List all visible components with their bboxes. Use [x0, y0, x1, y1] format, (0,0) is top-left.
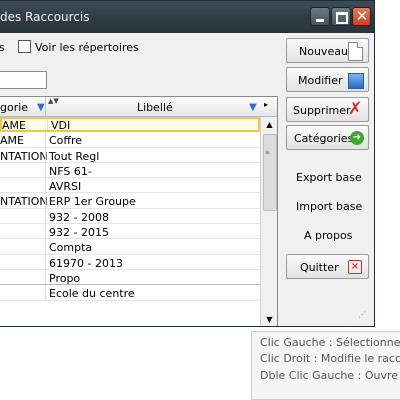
cell-divider — [45, 208, 46, 224]
close-button[interactable]: ✕ — [352, 7, 371, 26]
column-header-label[interactable]: Libellé — [137, 101, 173, 114]
table-row[interactable]: NTATION Tout Regl — [0, 147, 260, 163]
scroll-grip-icon: ≡ — [265, 149, 271, 156]
row-category-cell: NTATION — [0, 195, 48, 209]
table-row[interactable]: 932 - 2008 — [0, 208, 260, 225]
table-row[interactable]: Ecole du centre — [0, 285, 260, 301]
option-label: s — [0, 41, 5, 54]
scroll-thumb[interactable] — [263, 134, 277, 211]
table-row[interactable]: 932 - 2015 — [0, 224, 260, 240]
categories-button[interactable]: Catégories ➜ — [286, 125, 369, 150]
column-header-category[interactable]: gorie — [0, 101, 28, 114]
row-label-cell: NFS 61- — [49, 164, 92, 178]
row-label-cell: Compta — [49, 241, 93, 255]
delete-x-icon: ✗ — [348, 99, 363, 119]
show-directories-checkbox[interactable] — [18, 40, 31, 53]
scroll-up-icon[interactable]: ▲ — [261, 117, 277, 133]
search-input[interactable] — [0, 71, 47, 89]
minimize-icon — [316, 19, 324, 22]
show-directories-label[interactable]: Voir les répertoires — [35, 41, 139, 54]
quit-button[interactable]: Quitter × — [286, 254, 369, 279]
scroll-down-icon[interactable]: ▼ — [261, 312, 277, 326]
row-category-cell: AME — [0, 134, 24, 148]
export-base-link[interactable]: Export base — [296, 171, 362, 184]
table-row[interactable]: AVRSI — [0, 178, 260, 194]
grid-header: gorie ▼ ▲▼ Libellé ▼ ▸ — [0, 97, 277, 117]
edit-button[interactable]: Modifier — [286, 67, 369, 92]
cell-divider — [45, 147, 46, 162]
title-bar[interactable]: des Raccourcis ✕ — [0, 1, 374, 33]
about-link[interactable]: A propos — [304, 229, 352, 242]
column-divider[interactable] — [45, 97, 46, 116]
cell-divider — [45, 269, 46, 285]
table-row[interactable]: AME VDI — [0, 117, 260, 133]
row-label-cell: 61970 - 2013 — [49, 256, 123, 270]
grid-rows: AME VDI AME Coffre NTATION Tout Regl NFS 61- AV… — [0, 117, 260, 301]
tooltip-line: Dble Clic Gauche : Ouvre le — [260, 369, 400, 382]
cell-divider — [45, 193, 46, 208]
row-label-cell: Tout Regl — [49, 149, 100, 163]
row-label-cell: AVRSI — [49, 180, 82, 194]
minimize-button[interactable] — [310, 7, 330, 26]
cell-divider — [45, 224, 46, 239]
tooltip-line: Clic Gauche : Sélectionne la — [260, 336, 400, 349]
filter-icon[interactable]: ▼ — [249, 102, 257, 113]
window-title: des Raccourcis — [0, 10, 90, 24]
delete-button-label: Supprimer — [293, 104, 351, 117]
scroll-right-icon[interactable]: ▸ — [264, 100, 268, 109]
table-row[interactable]: NFS 61- — [0, 162, 260, 179]
tooltip-line: Clic Droit : Modifie le racc — [260, 352, 400, 365]
tooltip: Clic Gauche : Sélectionne la Clic Droit … — [251, 331, 400, 400]
go-arrow-icon: ➜ — [350, 131, 364, 145]
new-button[interactable]: Nouveau — [286, 38, 369, 63]
delete-button[interactable]: Supprimer ✗ — [286, 97, 369, 122]
cell-divider — [45, 178, 46, 193]
row-category-cell: NTATION — [0, 149, 48, 163]
row-label-cell: Propo — [49, 271, 81, 285]
maximize-icon — [336, 12, 348, 24]
maximize-button[interactable] — [331, 7, 351, 26]
row-label-cell: Coffre — [49, 134, 83, 148]
import-base-link[interactable]: Import base — [296, 200, 362, 213]
quit-button-label: Quitter — [300, 261, 339, 274]
row-label-cell: 932 - 2008 — [49, 210, 109, 224]
cell-divider — [45, 239, 46, 254]
new-button-label: Nouveau — [299, 45, 348, 58]
table-row[interactable]: Propo — [0, 269, 260, 286]
cell-divider — [47, 119, 48, 131]
cell-divider — [45, 285, 46, 300]
sort-icon[interactable]: ▲▼ — [48, 97, 59, 105]
vertical-scrollbar[interactable]: ▲ ≡ ▼ — [260, 117, 277, 326]
edit-button-label: Modifier — [298, 74, 343, 87]
row-category-cell: AME — [2, 119, 26, 132]
filter-icon[interactable]: ▼ — [37, 102, 45, 113]
row-label-cell: ERP 1er Groupe — [49, 195, 136, 209]
new-document-icon — [348, 42, 363, 61]
edit-image-icon — [348, 73, 364, 89]
table-row[interactable]: 61970 - 2013 — [0, 254, 260, 270]
cell-divider — [45, 254, 46, 269]
categories-button-label: Catégories — [294, 132, 354, 145]
row-label-cell: VDI — [51, 119, 71, 132]
row-label-cell: 932 - 2015 — [49, 226, 109, 240]
cell-divider — [45, 132, 46, 147]
quit-icon: × — [348, 260, 362, 274]
table-row[interactable]: NTATION ERP 1er Groupe — [0, 193, 260, 209]
row-label-cell: Ecole du centre — [49, 287, 135, 301]
table-row[interactable]: Compta — [0, 239, 260, 255]
table-row[interactable]: AME Coffre — [0, 132, 260, 148]
shortcuts-grid: gorie ▼ ▲▼ Libellé ▼ ▸ AME VDI AME Coffre NT… — [0, 96, 278, 326]
shortcuts-window: des Raccourcis ✕ s Voir les répertoires … — [0, 0, 375, 327]
resize-grip-icon[interactable]: ⋰ — [358, 310, 366, 319]
cell-divider — [45, 162, 46, 178]
close-icon: ✕ — [355, 7, 369, 25]
